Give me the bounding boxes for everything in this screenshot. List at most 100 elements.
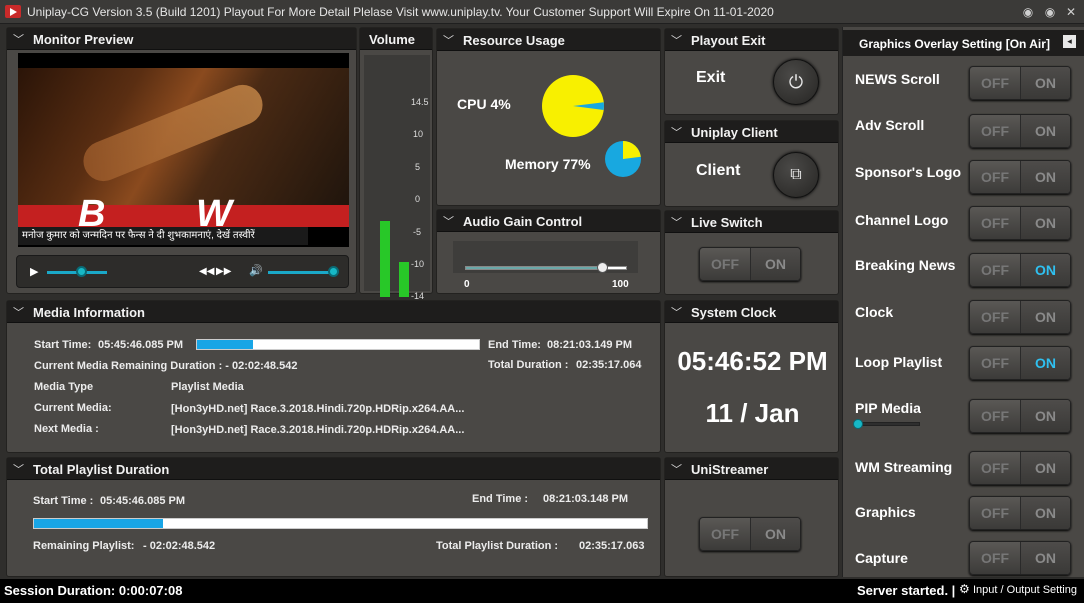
- end-time-label: End Time:: [488, 339, 541, 351]
- playlist-start-label: Start Time :: [33, 495, 94, 507]
- panel-title: Live Switch: [691, 215, 763, 230]
- resource-usage-panel: ﹀ Resource Usage CPU 4% Memory 77%: [436, 28, 661, 206]
- uniplay-client-panel: ﹀ Uniplay Client Client ⧉: [664, 120, 839, 207]
- system-clock-panel: ﹀ System Clock 05:46:52 PM 11 / Jan: [664, 300, 839, 453]
- video-preview: B W मनोज कुमार को जन्मदिन पर फैन्स ने दी…: [18, 53, 349, 247]
- meter-tick: -5: [413, 227, 422, 237]
- meter-tick: 10: [413, 129, 424, 139]
- collapse-chevron-icon[interactable]: ﹀: [443, 213, 454, 229]
- audio-gain-panel: ﹀ Audio Gain Control 0 100: [436, 209, 661, 294]
- external-link-icon: ⧉: [790, 166, 802, 183]
- toggle-adv-scroll[interactable]: OFF ON: [969, 114, 1071, 148]
- toggle-news-scroll[interactable]: OFF ON: [969, 66, 1071, 100]
- overlay-label-capture: Capture: [855, 550, 908, 566]
- overlay-label-clock: Clock: [855, 304, 894, 320]
- toggle-graphics[interactable]: OFF ON: [969, 496, 1071, 530]
- overlay-label-wm-streaming: WM Streaming: [855, 459, 953, 475]
- speaker-icon[interactable]: 🔊: [249, 264, 263, 277]
- audio-gain-handle[interactable]: [596, 262, 608, 273]
- playout-exit-panel: ﹀ Playout Exit Exit ⏻: [664, 28, 839, 115]
- panel-title: Audio Gain Control: [463, 214, 583, 229]
- total-duration-value: 02:35:17.064: [576, 359, 642, 371]
- volume-handle[interactable]: [328, 266, 339, 277]
- monitor-preview-panel: ﹀ Monitor Preview B W मनोज कुमार को जन्मद…: [6, 27, 357, 294]
- playlist-start-value: 05:45:46.085 PM: [100, 495, 185, 507]
- exit-button[interactable]: ⏻: [773, 59, 819, 105]
- panel-title: Media Information: [33, 305, 145, 320]
- close-button[interactable]: ✕: [1062, 3, 1080, 21]
- pip-media-slider-handle[interactable]: [853, 419, 863, 429]
- volume-meter: 14.5 10 5 0 -5 -10 -14: [364, 55, 430, 301]
- panel-title: Resource Usage: [463, 33, 565, 48]
- toggle-wm-streaming[interactable]: OFF ON: [969, 451, 1071, 485]
- collapse-chevron-icon[interactable]: ﹀: [671, 461, 682, 477]
- memory-pie-slice: [623, 141, 641, 159]
- client-label: Client: [696, 162, 741, 179]
- slider-max-label: 100: [612, 279, 629, 290]
- slider-min-label: 0: [464, 279, 470, 290]
- toggle-sponsors-logo[interactable]: OFF ON: [969, 160, 1071, 194]
- collapse-chevron-icon[interactable]: ﹀: [443, 32, 454, 48]
- panel-title: Uniplay Client: [691, 125, 778, 140]
- seek-handle[interactable]: [76, 266, 87, 277]
- next-media-label: Next Media :: [34, 423, 99, 435]
- toggle-loop-playlist[interactable]: OFF ON: [969, 346, 1071, 380]
- toggle-pip-media[interactable]: OFF ON: [969, 399, 1071, 433]
- panel-title: Monitor Preview: [33, 32, 134, 47]
- client-button[interactable]: ⧉: [773, 152, 819, 198]
- collapse-chevron-icon[interactable]: ﹀: [13, 461, 24, 477]
- forward-icon[interactable]: ▶▶: [216, 266, 231, 277]
- media-type-label: Media Type: [34, 381, 94, 393]
- io-settings-link[interactable]: Input / Output Setting: [973, 584, 1077, 596]
- cpu-pie-chart: [542, 75, 605, 137]
- play-icon[interactable]: ▶: [30, 265, 38, 278]
- cpu-label: CPU 4%: [457, 96, 511, 112]
- unistreamer-toggle[interactable]: OFF ON: [699, 517, 801, 551]
- start-time-value: 05:45:46.085 PM: [98, 339, 183, 351]
- toggle-clock[interactable]: OFF ON: [969, 300, 1071, 334]
- collapse-arrow-icon[interactable]: ◂: [1063, 35, 1076, 48]
- total-playlist-value: 02:35:17.063: [579, 540, 645, 552]
- collapse-chevron-icon[interactable]: ﹀: [671, 304, 682, 320]
- collapse-chevron-icon[interactable]: ﹀: [671, 214, 682, 230]
- live-switch-toggle[interactable]: OFF ON: [699, 247, 801, 281]
- title-bar: Uniplay-CG Version 3.5 (Build 1201) Play…: [0, 0, 1084, 24]
- live-switch-panel: ﹀ Live Switch OFF ON: [664, 210, 839, 295]
- end-time-value: 08:21:03.149 PM: [547, 339, 632, 351]
- toggle-channel-logo[interactable]: OFF ON: [969, 206, 1071, 240]
- graphics-overlay-header: Graphics Overlay Setting [On Air] ◂: [843, 30, 1084, 56]
- remaining-playlist-value: - 02:02:48.542: [143, 540, 216, 552]
- exit-label: Exit: [696, 69, 726, 86]
- overlay-label-channel-logo: Channel Logo: [855, 212, 949, 228]
- remaining-duration: Current Media Remaining Duration : - 02:…: [34, 360, 298, 372]
- pip-media-slider[interactable]: [857, 422, 920, 426]
- collapse-chevron-icon[interactable]: ﹀: [671, 124, 682, 140]
- overlay-label-loop-playlist: Loop Playlist: [855, 354, 943, 370]
- current-media-label: Current Media:: [34, 402, 112, 414]
- playlist-end-label: End Time :: [472, 493, 529, 505]
- clock-date: 11 / Jan: [705, 398, 800, 428]
- server-status: Server started. |: [857, 583, 956, 598]
- panel-title: Total Playlist Duration: [33, 462, 170, 477]
- panel-title: UniStreamer: [691, 462, 769, 477]
- rewind-icon[interactable]: ◀◀: [199, 266, 214, 277]
- playlist-progress-bar: [33, 518, 648, 529]
- overlay-label-sponsors-logo: Sponsor's Logo: [855, 164, 961, 180]
- playlist-end-value: 08:21:03.148 PM: [543, 493, 628, 505]
- memory-pie-chart: [605, 141, 641, 177]
- collapse-chevron-icon[interactable]: ﹀: [13, 304, 24, 320]
- collapse-chevron-icon[interactable]: ﹀: [671, 32, 682, 48]
- settings-icon[interactable]: ◉: [1019, 3, 1037, 21]
- minimize-button[interactable]: ◉: [1041, 3, 1059, 21]
- overlay-label-breaking-news: Breaking News: [855, 257, 956, 273]
- session-duration: Session Duration: 0:00:07:08: [4, 583, 183, 598]
- collapse-chevron-icon[interactable]: ﹀: [13, 31, 24, 47]
- toggle-capture[interactable]: OFF ON: [969, 541, 1071, 575]
- toggle-breaking-news[interactable]: OFF ON: [969, 253, 1071, 287]
- settings-gear-icon[interactable]: ⚙: [959, 582, 970, 596]
- status-bar: Session Duration: 0:00:07:08 Server star…: [0, 579, 1084, 603]
- overlay-label-graphics: Graphics: [855, 504, 916, 520]
- total-duration-label: Total Duration :: [488, 359, 569, 371]
- app-logo-icon: [5, 5, 21, 18]
- volume-panel: Volume 14.5 10 5 0 -5 -10 -14: [359, 27, 433, 301]
